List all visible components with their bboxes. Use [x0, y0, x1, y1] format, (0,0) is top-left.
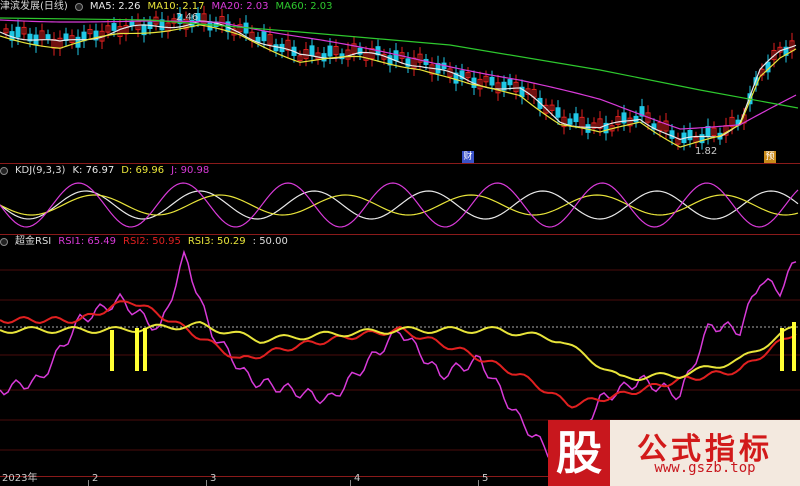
- kdj-d-value: D: 69.96: [121, 165, 165, 176]
- kdj-j-value: J: 90.98: [171, 165, 210, 176]
- candle-body: [207, 21, 213, 31]
- rsi-title[interactable]: 超金RSI: [15, 235, 51, 249]
- rsi3-value: RSI3: 50.29: [187, 236, 246, 247]
- watermark: 股 公式指标 www.gszb.top: [548, 420, 800, 486]
- rsi-settings-icon[interactable]: [0, 238, 8, 246]
- rsi-panel-header: 超金RSI RSI1: 65.49 RSI2: 50.95 RSI3: 50.2…: [0, 235, 288, 249]
- rsi-signal-bar: [780, 328, 784, 371]
- ma10-line: [0, 24, 797, 148]
- candle-body: [309, 45, 315, 57]
- candle-body: [273, 44, 279, 52]
- x-axis-tick: [350, 480, 351, 486]
- ma20-value: MA20: 2.03: [211, 1, 269, 12]
- kdj-panel-header: KDJ(9,3,3) K: 76.97 D: 69.96 J: 90.98: [0, 164, 209, 178]
- x-axis-label-may: 5: [482, 473, 489, 484]
- kdj-settings-icon[interactable]: [0, 167, 8, 175]
- rsi-signal-bar: [135, 328, 139, 371]
- candle-body: [669, 130, 675, 139]
- low-price-label: 1.82: [695, 146, 718, 157]
- candle-body: [567, 118, 573, 125]
- candle-body: [45, 34, 51, 40]
- x-axis-label-apr: 4: [354, 473, 361, 484]
- rsi3-line: [0, 321, 797, 381]
- candle-body: [687, 129, 693, 141]
- ma5-line: [0, 20, 797, 141]
- kdj-k-value: K: 76.97: [72, 165, 115, 176]
- settings-icon[interactable]: [74, 3, 83, 11]
- forecast-badge[interactable]: 预: [764, 151, 776, 163]
- rsi2-line: [0, 300, 797, 409]
- rsi-midline-value: : 50.00: [252, 236, 288, 247]
- main-panel-header: 津滨发展(日线) MA5: 2.26 MA10: 2.17 MA20: 2.03…: [0, 0, 333, 14]
- candle-body: [15, 26, 21, 38]
- x-axis-tick: [478, 480, 479, 486]
- x-axis-tick: [206, 480, 207, 486]
- rsi-signal-bar: [792, 322, 796, 371]
- x-axis-label-year: 2023年: [2, 473, 38, 484]
- stock-title[interactable]: 津滨发展(日线): [0, 0, 68, 14]
- candle-body: [327, 45, 333, 57]
- candle-body: [555, 107, 561, 118]
- candle-body: [507, 79, 513, 86]
- x-axis-label-mar: 3: [210, 473, 217, 484]
- watermark-logo: 股: [548, 420, 610, 486]
- ma5-value: MA5: 2.26: [89, 1, 141, 12]
- rsi-signal-bar: [143, 328, 147, 371]
- candle-body: [633, 115, 639, 123]
- financial-report-badge[interactable]: 财: [462, 151, 474, 163]
- ma60-value: MA60: 2.03: [275, 1, 333, 12]
- candle-body: [393, 50, 399, 61]
- high-price-label: 2.46: [176, 12, 199, 23]
- watermark-box: 公式指标 www.gszb.top: [610, 420, 800, 486]
- candle-body: [573, 113, 579, 123]
- candle-body: [261, 31, 267, 42]
- kdj-title[interactable]: KDJ(9,3,3): [15, 164, 65, 178]
- x-axis-tick: [88, 480, 89, 486]
- rsi1-value: RSI1: 65.49: [58, 236, 117, 247]
- watermark-url: www.gszb.top: [654, 460, 756, 476]
- rsi-signal-bar: [110, 330, 114, 371]
- candle-body: [111, 23, 117, 31]
- candle-body: [489, 76, 495, 86]
- kdj-k-line: [0, 190, 799, 220]
- rsi2-value: RSI2: 50.95: [123, 236, 181, 247]
- x-axis-label-feb: 2: [92, 473, 99, 484]
